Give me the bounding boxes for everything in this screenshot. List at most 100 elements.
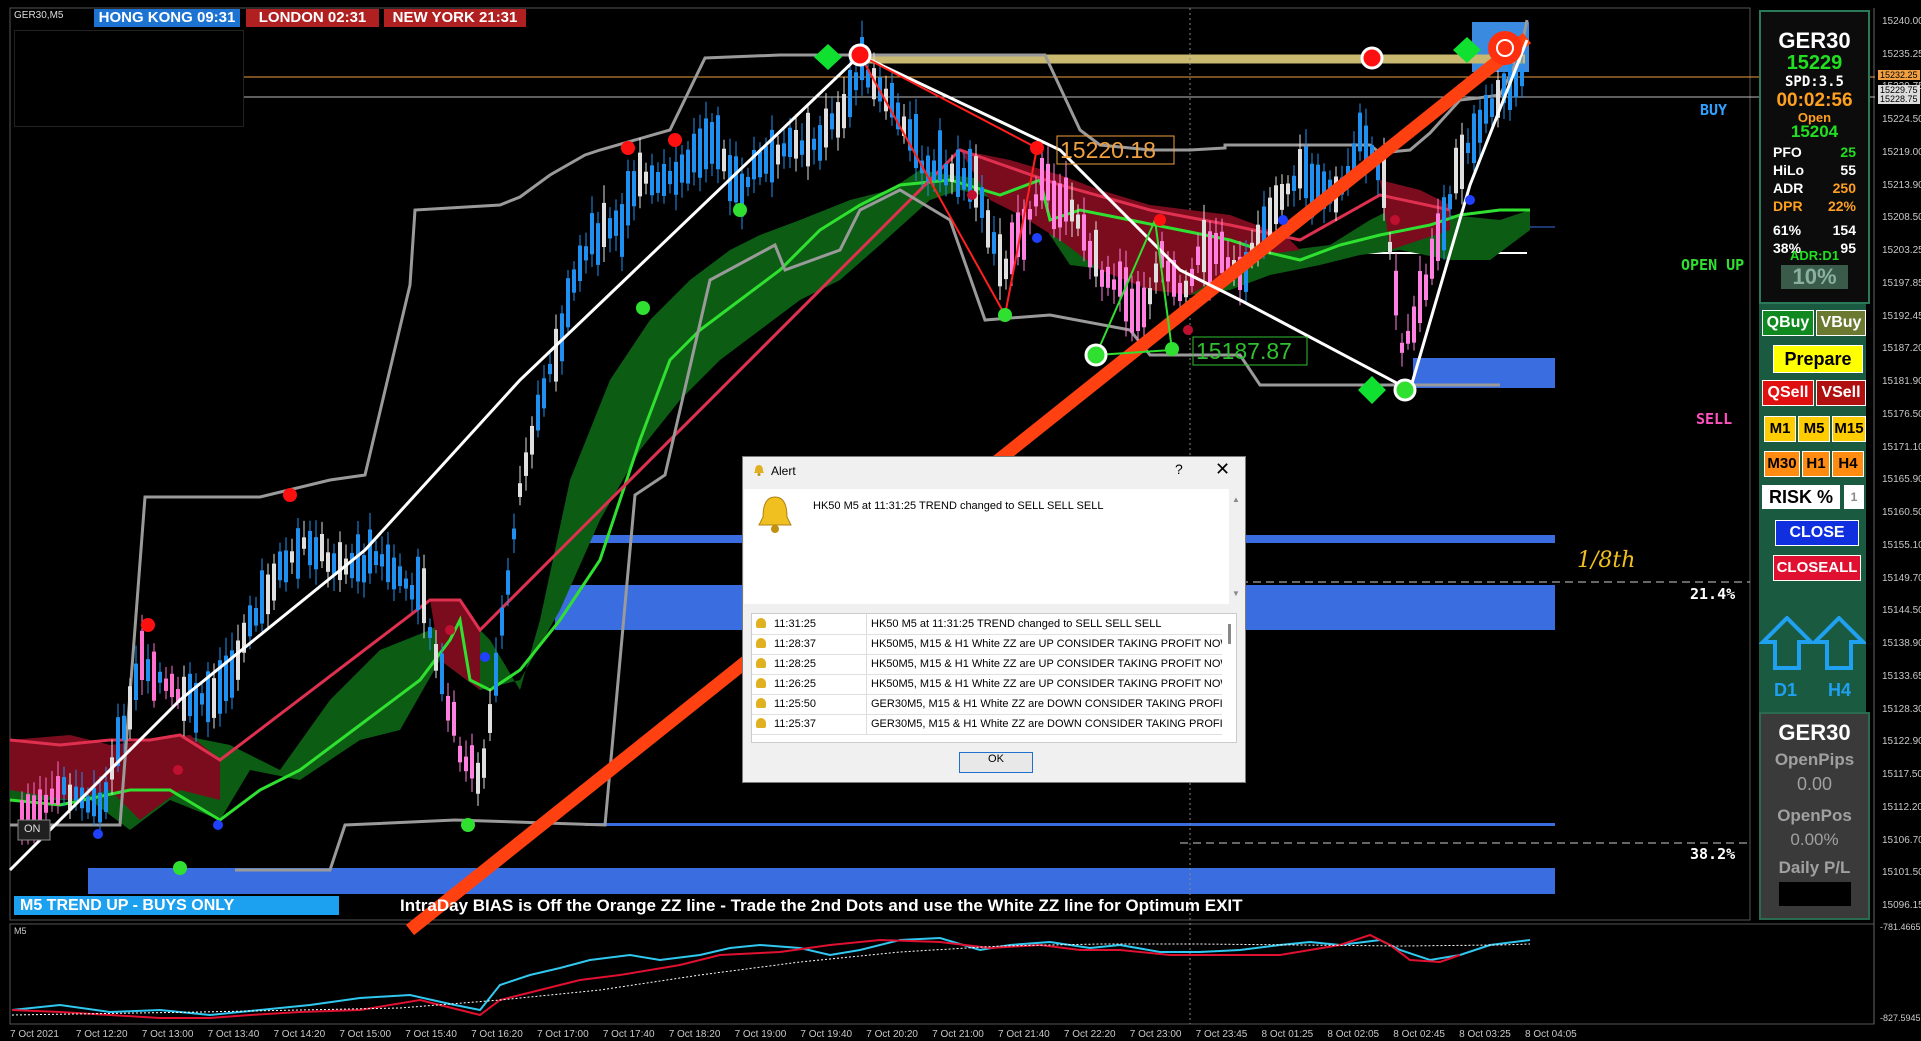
candle-body (1034, 194, 1038, 207)
candle-body (1412, 306, 1416, 343)
alert-row-text: GER30M5, M15 & H1 White ZZ are DOWN CONS… (871, 718, 1222, 730)
candle-body (1352, 143, 1356, 170)
candle-body (122, 715, 126, 741)
trend-arrows (1759, 616, 1866, 670)
tf-m5-button[interactable]: M5 (1798, 416, 1830, 442)
candle-body (956, 149, 960, 197)
candle-body (56, 776, 60, 805)
alert-row-bell-icon (756, 718, 766, 728)
candle-body (482, 748, 486, 778)
candle-body (1004, 258, 1008, 280)
prepare-button[interactable]: Prepare (1773, 345, 1863, 373)
candle-body (1028, 209, 1032, 220)
tf-m15-button[interactable]: M15 (1832, 416, 1866, 442)
time-axis-tick: 7 Oct 14:20 (273, 1029, 326, 1040)
alert-row-text: HK50M5, M15 & H1 White ZZ are UP CONSIDE… (871, 658, 1222, 670)
alert-row-bell-icon (756, 658, 766, 668)
qbuy-button[interactable]: QBuy (1762, 310, 1814, 336)
alert-history-list[interactable]: 11:31:25 HK50 M5 at 11:31:25 TREND change… (751, 613, 1237, 743)
panel-timer: 00:02:56 (1776, 90, 1853, 111)
candle-body (320, 533, 324, 562)
candle-body (296, 528, 300, 579)
candle-body (674, 161, 678, 195)
closeall-button[interactable]: CLOSEALL (1773, 555, 1861, 581)
alert-message: HK50 M5 at 11:31:25 TREND changed to SEL… (813, 500, 1104, 512)
alert-row-text: HK50 M5 at 11:31:25 TREND changed to SEL… (871, 618, 1162, 630)
tf-m1-button[interactable]: M1 (1764, 416, 1796, 442)
time-axis-tick: 8 Oct 04:05 (1525, 1029, 1577, 1040)
alert-history-row[interactable]: 11:31:25 HK50 M5 at 11:31:25 TREND change… (752, 614, 1222, 635)
candle-body (1208, 231, 1212, 285)
panel-stat-key: ADR (1773, 180, 1804, 196)
vbuy-button[interactable]: VBuy (1816, 310, 1866, 336)
candle-body (1286, 183, 1290, 195)
candle-body (374, 551, 378, 566)
qsell-button[interactable]: QSell (1762, 380, 1814, 406)
time-axis-tick: 7 Oct 15:00 (339, 1029, 392, 1040)
candle-body (272, 563, 276, 601)
candle-body (716, 115, 720, 170)
eighth-label: 1/8th (1577, 548, 1636, 573)
alert-history-row[interactable]: 11:28:37 HK50M5, M15 & H1 White ZZ are UP… (752, 634, 1222, 655)
zone-box-lower (88, 868, 1555, 894)
time-axis-tick: 7 Oct 22:20 (1063, 1029, 1116, 1040)
alert-history-row[interactable]: 11:25:37 GER30M5, M15 & H1 White ZZ are D… (752, 714, 1222, 735)
candle-body (236, 640, 240, 680)
open-pos-value: 0.00% (1790, 830, 1839, 849)
candle-body (1166, 260, 1170, 282)
panel-stat-key: HiLo (1773, 162, 1805, 178)
price-axis-tick: 15240.00 (1882, 16, 1921, 27)
candle-body (542, 378, 546, 409)
candle-body (68, 784, 72, 810)
candle-body (1490, 98, 1494, 117)
candle-body (170, 673, 174, 698)
candle-body (806, 112, 810, 167)
price-axis-tick: 15219.00 (1882, 146, 1921, 158)
candle-body (644, 171, 648, 184)
candle-body (1478, 109, 1482, 143)
risk-input[interactable]: 1 (1844, 485, 1864, 509)
price-axis-tick: 15176.50 (1882, 408, 1921, 420)
candle-body (686, 149, 690, 184)
panel-stat-value: 25 (1840, 144, 1856, 160)
d1-label: D1 (1774, 680, 1798, 700)
alert-close-icon[interactable]: ✕ (1215, 459, 1230, 480)
candle-body (362, 555, 366, 583)
close-button[interactable]: CLOSE (1775, 520, 1859, 546)
alert-dialog: Alert ? ✕ HK50 M5 at 11:31:25 TREND chan… (742, 456, 1246, 783)
candle-body (584, 246, 588, 261)
candle-body (656, 171, 660, 193)
candle-body (548, 363, 552, 375)
alert-scrollbar[interactable]: ▲ ▼ (1229, 489, 1242, 604)
candle-body (476, 762, 480, 794)
time-axis-tick: 7 Oct 21:00 (932, 1029, 984, 1040)
tf-h1-button[interactable]: H1 (1802, 451, 1830, 477)
price-axis-tick: 15133.65 (1882, 670, 1921, 682)
chart-title: GER30,M5 (14, 10, 64, 21)
candle-body (704, 118, 708, 170)
tf-h4-button[interactable]: H4 (1832, 451, 1864, 477)
candle-body (1520, 69, 1524, 87)
sub-white-line (11, 943, 1531, 1016)
alert-list-scrollbar[interactable] (1228, 624, 1231, 644)
tf-m30-button[interactable]: M30 (1764, 451, 1800, 477)
time-axis-tick: 8 Oct 02:45 (1393, 1029, 1445, 1040)
candle-body (326, 552, 330, 572)
sub-window-label: M5 (14, 926, 27, 936)
alert-history-row[interactable]: 11:26:25 HK50M5, M15 & H1 White ZZ are UP… (752, 674, 1222, 695)
alert-ok-button[interactable]: OK (959, 752, 1033, 773)
vsell-button[interactable]: VSell (1816, 380, 1866, 406)
high-price-label: 15220.18 (1060, 137, 1156, 163)
alert-history-row[interactable]: 11:28:25 HK50M5, M15 & H1 White ZZ are UP… (752, 654, 1222, 675)
price-axis-tick: 15224.50 (1882, 114, 1921, 126)
candle-body (158, 671, 162, 683)
candle-body (1424, 274, 1428, 301)
candle-body (698, 128, 702, 178)
alert-history-row[interactable]: 11:25:50 GER30M5, M15 & H1 White ZZ are D… (752, 694, 1222, 715)
candle-body (506, 570, 510, 595)
alert-row-bell-icon (756, 618, 766, 628)
candle-body (746, 176, 750, 188)
alert-help-button[interactable]: ? (1175, 461, 1183, 477)
candle-body (1184, 280, 1188, 298)
on-toggle[interactable]: ON (24, 823, 41, 835)
